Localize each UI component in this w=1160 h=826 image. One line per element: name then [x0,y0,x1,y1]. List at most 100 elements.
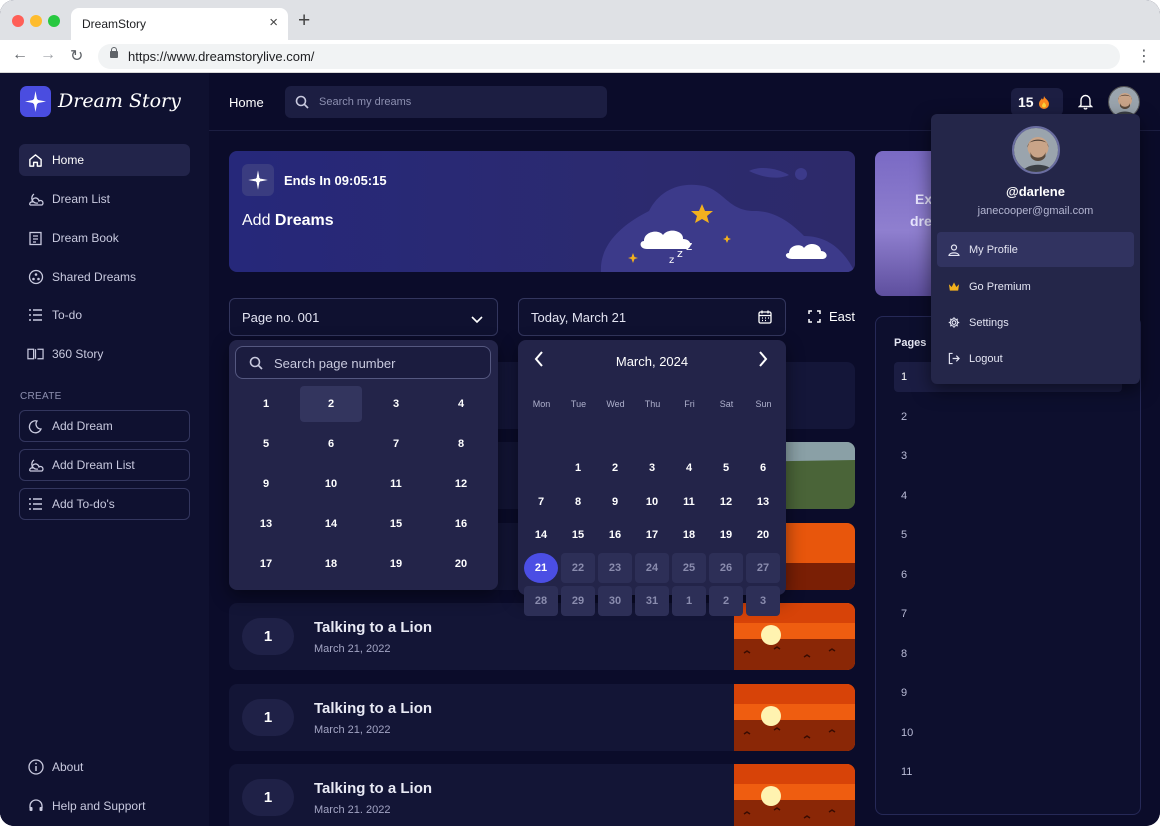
calendar-day[interactable]: 22 [561,553,595,583]
page-number-option[interactable]: 8 [430,426,492,462]
dream-card[interactable]: 1 Talking to a Lion March 21. 2022 [229,764,855,826]
bell-icon[interactable] [1077,93,1094,115]
calendar-day[interactable]: 30 [598,586,632,616]
sidebar-item-shared-dreams[interactable]: Shared Dreams [19,261,190,293]
calendar-day[interactable]: 29 [561,586,595,616]
page-number-option[interactable]: 17 [235,546,297,582]
page-number-option[interactable]: 18 [300,546,362,582]
page-item[interactable]: 9 [894,678,1122,708]
calendar-day[interactable]: 20 [746,520,780,550]
add-dreams-banner[interactable]: Ends In 09:05:15 Add Dreams z z z [229,151,855,272]
page-number-option[interactable]: 3 [365,386,427,422]
sidebar-item-dream-list[interactable]: Dream List [19,183,190,215]
page-number-option[interactable]: 20 [430,546,492,582]
menu-item-logout[interactable]: Logout [937,341,1134,376]
calendar-day[interactable]: 18 [672,520,706,550]
calendar-day[interactable]: 9 [598,487,632,517]
calendar-day[interactable]: 25 [672,553,706,583]
page-number-option[interactable]: 16 [430,506,492,542]
calendar-day[interactable]: 3 [635,453,669,483]
page-select[interactable]: Page no. 001 [229,298,498,336]
page-search-input[interactable]: Search page number [235,346,491,379]
dream-card[interactable]: 1 Talking to a Lion March 21, 2022 [229,684,855,751]
page-number-option[interactable]: 1 [235,386,297,422]
home-link[interactable]: Home [229,95,264,110]
calendar-day[interactable]: 31 [635,586,669,616]
page-number-option[interactable]: 13 [235,506,297,542]
page-number-option[interactable]: 9 [235,466,297,502]
calendar-day[interactable]: 7 [524,487,558,517]
maximize-window-dot[interactable] [48,15,60,27]
calendar-day[interactable]: 24 [635,553,669,583]
sidebar-item-dream-book[interactable]: Dream Book [19,222,190,254]
page-item[interactable]: 7 [894,599,1122,629]
page-number-option[interactable]: 2 [300,386,362,422]
calendar-day[interactable]: 2 [709,586,743,616]
calendar-day[interactable]: 12 [709,487,743,517]
calendar-day[interactable]: 27 [746,553,780,583]
calendar-day[interactable]: 3 [746,586,780,616]
back-icon[interactable]: ← [12,46,28,64]
page-number-option[interactable]: 4 [430,386,492,422]
sidebar-item-help[interactable]: Help and Support [19,790,190,822]
date-select[interactable]: Today, March 21 [518,298,786,336]
new-tab-icon[interactable]: + [298,9,310,33]
calendar-day[interactable]: 23 [598,553,632,583]
calendar-day[interactable]: 13 [746,487,780,517]
browser-menu-icon[interactable]: ⋮ [1136,46,1152,66]
page-item[interactable]: 5 [894,520,1122,550]
calendar-day[interactable]: 16 [598,520,632,550]
reload-icon[interactable]: ↻ [70,46,83,66]
sidebar-item-about[interactable]: About [19,751,190,783]
calendar-day[interactable]: 5 [709,453,743,483]
add-todos-button[interactable]: Add To-do's [19,488,190,520]
menu-item-settings[interactable]: Settings [937,305,1134,340]
page-item[interactable]: 3 [894,441,1122,471]
page-item[interactable]: 6 [894,560,1122,590]
page-number-option[interactable]: 14 [300,506,362,542]
calendar-day[interactable]: 6 [746,453,780,483]
browser-tab[interactable]: DreamStory × [71,8,288,40]
calendar-day[interactable]: 1 [561,453,595,483]
page-number-option[interactable]: 15 [365,506,427,542]
sidebar-item-360-story[interactable]: 360 Story [19,338,190,370]
calendar-day[interactable]: 28 [524,586,558,616]
calendar-day[interactable]: 1 [672,586,706,616]
page-number-option[interactable]: 10 [300,466,362,502]
page-item[interactable]: 10 [894,718,1122,748]
menu-item-go-premium[interactable]: Go Premium [937,269,1134,304]
calendar-day-today[interactable]: 21 [524,553,558,583]
forward-icon[interactable]: → [40,46,56,64]
calendar-day[interactable]: 17 [635,520,669,550]
next-month-icon[interactable] [758,351,768,372]
calendar-day[interactable]: 11 [672,487,706,517]
address-bar[interactable]: https://www.dreamstorylive.com/ [98,44,1120,69]
close-window-dot[interactable] [12,15,24,27]
add-dream-list-button[interactable]: Add Dream List [19,449,190,481]
add-dream-button[interactable]: Add Dream [19,410,190,442]
calendar-day[interactable]: 15 [561,520,595,550]
page-number-option[interactable]: 6 [300,426,362,462]
page-item[interactable]: 11 [894,757,1122,787]
calendar-day[interactable]: 4 [672,453,706,483]
calendar-day[interactable]: 2 [598,453,632,483]
direction-toggle[interactable]: East [808,309,855,324]
page-item[interactable]: 8 [894,639,1122,669]
menu-item-my-profile[interactable]: My Profile [937,232,1134,267]
tab-close-icon[interactable]: × [269,14,278,31]
page-number-option[interactable]: 19 [365,546,427,582]
search-input[interactable]: Search my dreams [285,86,607,118]
page-number-option[interactable]: 5 [235,426,297,462]
minimize-window-dot[interactable] [30,15,42,27]
sidebar-item-home[interactable]: Home [19,144,190,176]
calendar-day[interactable]: 26 [709,553,743,583]
page-number-option[interactable]: 11 [365,466,427,502]
page-number-option[interactable]: 12 [430,466,492,502]
page-item[interactable]: 2 [894,402,1122,432]
streak-badge[interactable]: 15 [1011,88,1063,116]
calendar-day[interactable]: 19 [709,520,743,550]
calendar-day[interactable]: 8 [561,487,595,517]
calendar-day[interactable]: 14 [524,520,558,550]
sidebar-item-todo[interactable]: To-do [19,299,190,331]
page-item[interactable]: 4 [894,481,1122,511]
